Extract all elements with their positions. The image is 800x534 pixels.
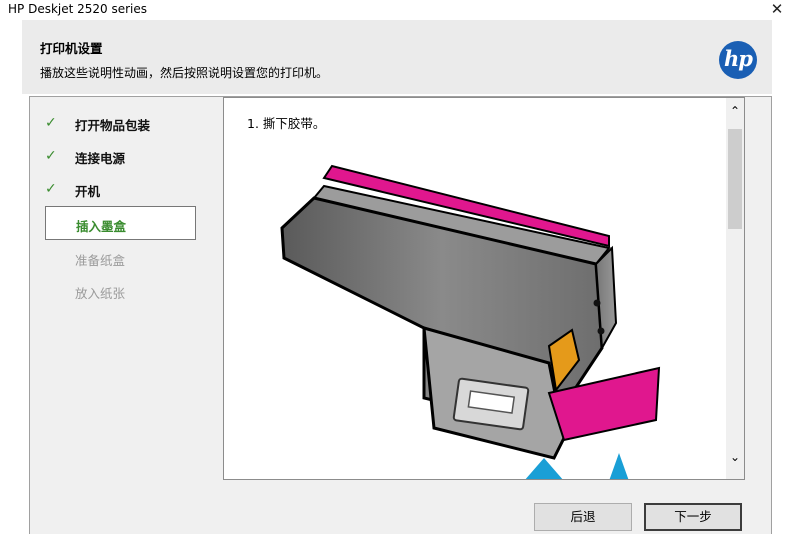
scroll-down-icon[interactable]: ⌄ <box>726 450 744 466</box>
check-icon: ✓ <box>45 181 57 197</box>
close-button[interactable]: ✕ <box>754 0 800 20</box>
back-button[interactable]: 后退 <box>534 503 632 531</box>
step-label: 连接电源 <box>75 151 126 166</box>
next-button[interactable]: 下一步 <box>644 503 742 531</box>
vertical-scrollbar[interactable]: ⌃ ⌄ <box>726 98 744 479</box>
hp-logo: hp <box>719 41 757 79</box>
step-load-paper[interactable]: 放入纸张 <box>45 275 197 307</box>
step-insert-cartridge[interactable]: 插入墨盒 <box>45 206 196 240</box>
window-title: HP Deskjet 2520 series <box>8 2 148 16</box>
title-bar: HP Deskjet 2520 series ✕ <box>0 0 800 20</box>
page-subtitle: 播放这些说明性动画，然后按照说明设置您的打印机。 <box>40 66 329 80</box>
header-panel: 打印机设置 播放这些说明性动画，然后按照说明设置您的打印机。 hp <box>22 20 772 94</box>
instruction-pane: 1. 撕下胶带。 <box>223 97 745 480</box>
step-label: 插入墨盒 <box>76 219 127 234</box>
check-icon: ✓ <box>45 115 57 131</box>
step-label: 准备纸盒 <box>75 253 126 268</box>
page-title: 打印机设置 <box>40 41 103 56</box>
ink-cartridge-illustration <box>280 164 661 479</box>
scroll-up-icon[interactable]: ⌃ <box>726 104 744 120</box>
scroll-thumb[interactable] <box>728 129 742 229</box>
step-turn-on[interactable]: ✓ 开机 <box>45 173 197 205</box>
check-icon: ✓ <box>45 148 57 164</box>
step-label: 打开物品包装 <box>75 118 151 133</box>
step-unpack[interactable]: ✓ 打开物品包装 <box>45 107 197 139</box>
step-label: 开机 <box>75 184 101 199</box>
step-prepare-tray[interactable]: 准备纸盒 <box>45 242 197 274</box>
step-label: 放入纸张 <box>75 286 126 301</box>
close-icon: ✕ <box>770 0 784 18</box>
step-power[interactable]: ✓ 连接电源 <box>45 140 197 172</box>
